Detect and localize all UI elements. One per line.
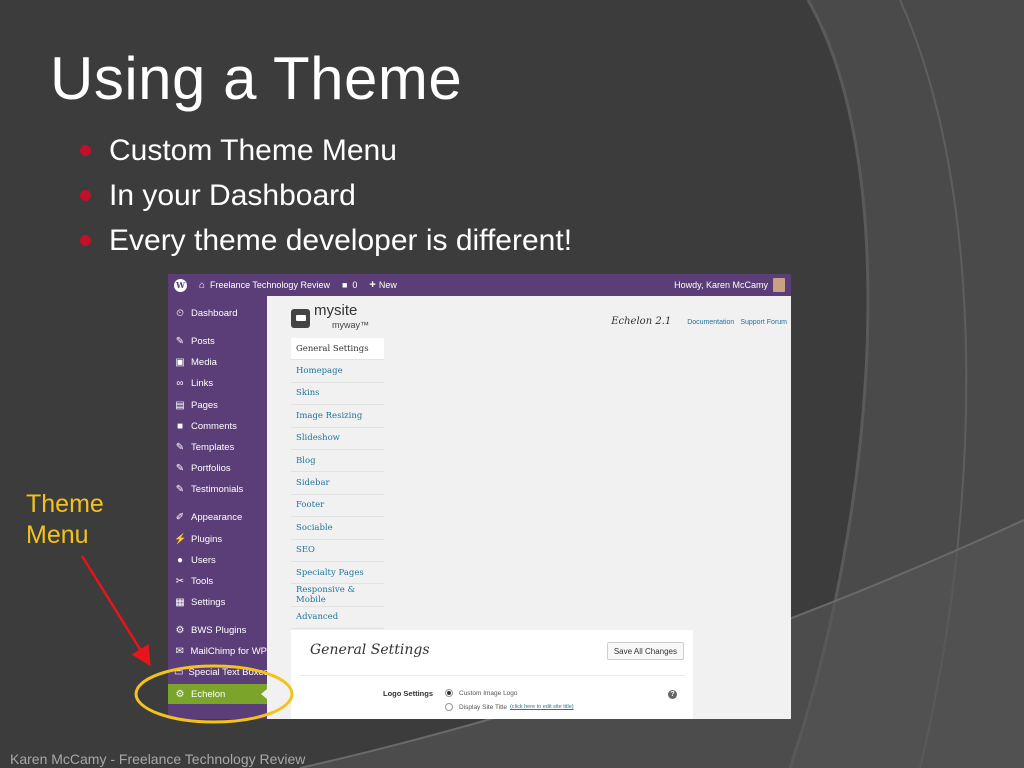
sidebar-item-testimonials[interactable]: ✎ Testimonials [168,479,267,499]
bullet-list: Custom Theme Menu In your Dashboard Ever… [80,128,572,263]
sidebar-item-posts[interactable]: ✎ Posts [168,331,267,351]
general-settings-panel: General Settings Save All Changes Logo S… [291,630,693,719]
pin-icon: ✎ [175,441,185,453]
tab-sociable[interactable]: Sociable [291,517,384,540]
admin-sidebar: ⏲ Dashboard ✎ Posts ▣ Media ∞ Links ▤ Pages ■… [168,296,267,719]
sidebar-item-special-text-boxes[interactable]: ▭ Special Text Boxes [168,662,267,682]
brush-icon: ✐ [175,511,185,523]
slide-footer: Karen McCamy - Freelance Technology Revi… [10,751,306,767]
pin-icon: ✎ [175,462,185,474]
support-forum-link[interactable]: Support Forum [740,319,787,326]
bullet-dot-icon [80,190,91,201]
radio-display-site-title[interactable]: Display Site Title (click here to edit s… [445,703,574,711]
panel-title: General Settings [310,642,430,658]
site-name-link[interactable]: ⌂ Freelance Technology Review [199,280,330,291]
user-icon: ● [176,554,184,566]
avatar [773,278,785,292]
theme-options-page: mysite myway™ Echelon 2.1 Documentation … [267,296,791,719]
sidebar-item-comments[interactable]: ■ Comments [168,416,267,436]
theme-version: Echelon 2.1 [611,316,672,327]
sidebar-item-media[interactable]: ▣ Media [168,352,267,372]
sidebar-item-echelon[interactable]: ⚙ Echelon [168,684,267,704]
account-menu[interactable]: Howdy, Karen McCamy [674,278,785,292]
home-icon: ⌂ [199,279,206,291]
comments-link[interactable]: ■ 0 [342,280,357,290]
documentation-link[interactable]: Documentation [687,319,734,326]
brand-logo-icon [291,308,310,328]
tab-image-resizing[interactable]: Image Resizing [291,405,384,428]
dashboard-icon: ⏲ [176,307,184,319]
sidebar-item-templates[interactable]: ✎ Templates [168,437,267,457]
tab-footer[interactable]: Footer [291,494,384,518]
tab-slideshow[interactable]: Slideshow [291,427,384,450]
admin-bar: W ⌂ Freelance Technology Review ■ 0 + Ne… [168,274,791,296]
sidebar-item-mailchimp[interactable]: ✉ MailChimp for WP [168,641,267,661]
sidebar-item-settings[interactable]: ▦ Settings [168,592,267,612]
pin-icon: ✎ [175,483,185,495]
slide-title: Using a Theme [50,45,463,112]
theme-options-tabs: General Settings Homepage Skins Image Re… [291,338,384,630]
bullet-item: Every theme developer is different! [80,218,572,263]
help-icon[interactable]: ? [668,690,677,699]
radio-empty-icon[interactable] [445,703,453,711]
bullet-item: In your Dashboard [80,173,572,218]
gear-icon: ⚙ [175,624,185,636]
edit-site-title-link[interactable]: (click here to edit site title) [510,704,574,710]
plugin-icon: ⚡ [174,533,187,545]
pages-icon: ▤ [175,399,185,411]
wordpress-icon: W [174,278,187,292]
sidebar-item-links[interactable]: ∞ Links [168,373,267,393]
settings-icon: ▦ [175,596,185,608]
sidebar-item-users[interactable]: ● Users [168,550,267,570]
radio-selected-icon[interactable] [445,689,453,697]
tab-responsive-mobile[interactable]: Responsive & Mobile [291,584,384,607]
mail-icon: ✉ [175,645,184,657]
theme-brand: mysite myway™ [291,303,369,332]
bullet-dot-icon [80,235,91,246]
tab-general-settings[interactable]: General Settings [291,338,384,361]
plus-icon: + [369,279,376,291]
tab-blog[interactable]: Blog [291,449,384,473]
comment-icon: ■ [341,280,348,290]
theme-menu-annotation: Theme Menu [26,490,104,549]
textbox-icon: ▭ [174,666,184,678]
bullet-dot-icon [80,145,91,156]
wp-logo-button[interactable]: W [174,278,187,292]
tab-sidebar[interactable]: Sidebar [291,472,384,495]
logo-settings-row: Logo Settings Custom Image Logo Display … [299,675,685,719]
tab-specialty-pages[interactable]: Specialty Pages [291,561,384,585]
logo-settings-label: Logo Settings [383,689,433,698]
tab-seo[interactable]: SEO [291,539,384,562]
tab-skins[interactable]: Skins [291,382,384,406]
tab-homepage[interactable]: Homepage [291,360,384,383]
sidebar-item-pages[interactable]: ▤ Pages [168,395,267,415]
wrench-icon: ✂ [175,575,185,587]
bullet-item: Custom Theme Menu [80,128,572,173]
link-icon: ∞ [176,377,184,389]
sidebar-item-bws-plugins[interactable]: ⚙ BWS Plugins [168,620,267,640]
comment-icon: ■ [176,420,184,432]
save-all-changes-button[interactable]: Save All Changes [606,642,684,660]
media-icon: ▣ [175,356,185,368]
wordpress-screenshot: W ⌂ Freelance Technology Review ■ 0 + Ne… [168,274,791,719]
gear-icon: ⚙ [175,688,185,700]
pin-icon: ✎ [175,335,185,347]
sidebar-item-dashboard[interactable]: ⏲ Dashboard [168,303,267,323]
sidebar-item-portfolios[interactable]: ✎ Portfolios [168,458,267,478]
new-content-link[interactable]: + New [369,279,396,291]
theme-header-links: Echelon 2.1 Documentation Support Forum [611,316,787,327]
radio-custom-image-logo[interactable]: Custom Image Logo [445,689,518,697]
sidebar-item-tools[interactable]: ✂ Tools [168,571,267,591]
sidebar-item-plugins[interactable]: ⚡ Plugins [168,529,267,549]
tab-advanced[interactable]: Advanced [291,606,384,630]
sidebar-item-appearance[interactable]: ✐ Appearance [168,507,267,527]
